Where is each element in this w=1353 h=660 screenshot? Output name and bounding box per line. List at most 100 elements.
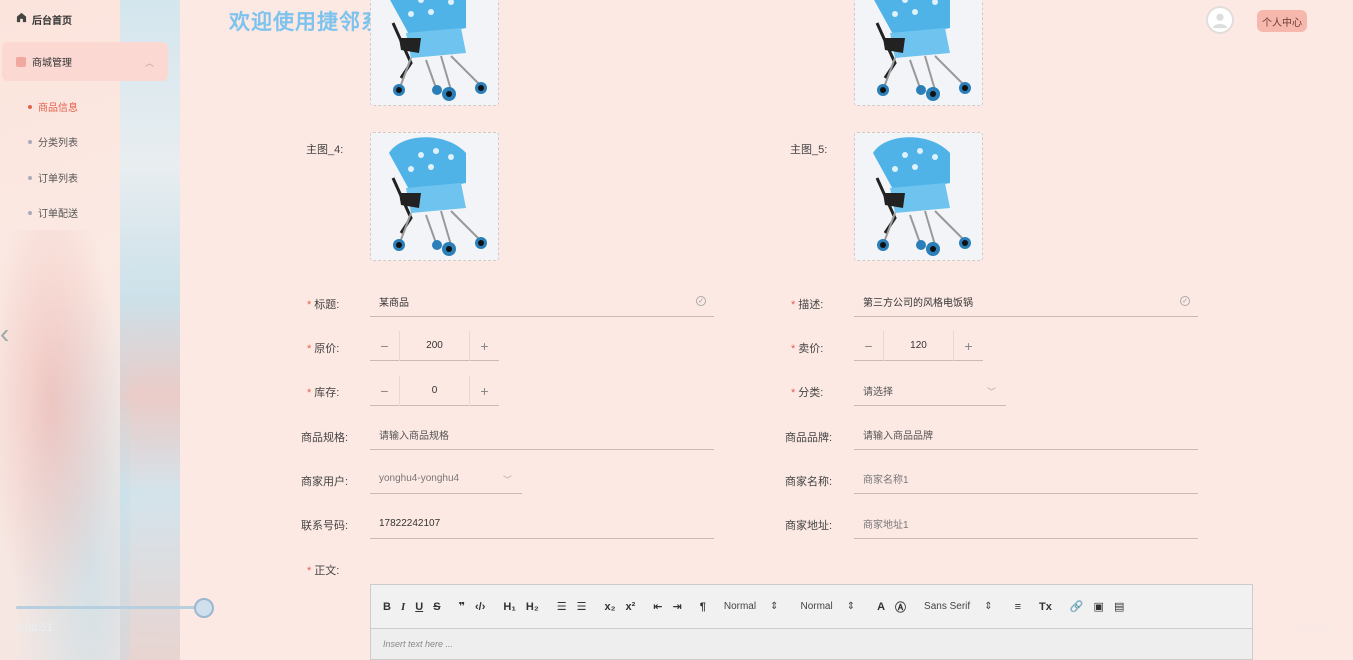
sidebar-item-label: 分类列表: [38, 138, 78, 149]
font-color-icon[interactable]: A: [877, 601, 885, 613]
spec-input[interactable]: 请输入商品规格: [370, 420, 714, 450]
sale-price-stepper[interactable]: − 120 +: [854, 330, 983, 361]
stock-stepper[interactable]: − 0 +: [370, 375, 499, 406]
heading-1-icon[interactable]: H₁: [503, 601, 516, 613]
minus-icon[interactable]: −: [854, 331, 883, 361]
plus-icon[interactable]: +: [954, 331, 983, 361]
minus-icon[interactable]: −: [370, 376, 399, 406]
description-label: * 描述:: [791, 299, 824, 311]
bullet-icon: [28, 175, 32, 180]
avatar[interactable]: [1206, 6, 1234, 34]
sidebar-decoration-splash: [0, 230, 130, 660]
image-4-preview[interactable]: [370, 132, 499, 261]
sidebar-item-label: 订单配送: [38, 209, 78, 220]
sidebar-group-shop[interactable]: 商城管理 ︿: [2, 42, 168, 81]
align-icon[interactable]: ≡: [1015, 601, 1021, 613]
sidebar: 后台首页 商城管理 ︿ 商品信息 分类列表 订单列表 订单配送 ‹: [0, 0, 180, 660]
image-icon[interactable]: ▣: [1094, 600, 1104, 613]
merchant-user-label: 商家用户:: [301, 476, 349, 488]
sidebar-item-products[interactable]: 商品信息: [28, 99, 78, 114]
sidebar-item-delivery[interactable]: 订单配送: [28, 205, 78, 220]
bullet-icon: [28, 139, 32, 144]
heading-2-icon[interactable]: H₂: [526, 601, 539, 613]
title-label: * 标题:: [307, 299, 340, 311]
category-label: * 分类:: [791, 387, 824, 399]
sidebar-item-orders[interactable]: 订单列表: [28, 170, 78, 185]
chevron-down-icon: ﹀: [502, 475, 512, 485]
stroller-image: [371, 133, 498, 260]
plus-icon[interactable]: +: [470, 331, 499, 361]
profile-button[interactable]: 个人中心: [1257, 10, 1307, 32]
text-direction-icon[interactable]: ¶: [700, 601, 706, 613]
header-select[interactable]: Normal ⇕: [724, 601, 779, 612]
image-5-label: 主图_5:: [790, 144, 828, 156]
category-select[interactable]: 请选择 ﹀: [854, 376, 1006, 406]
rich-text-editor[interactable]: B I U S ❞ ‹/› H₁ H₂ ☰ ☰ x₂ x² ⇤ ⇥ ¶ Norm…: [370, 584, 1253, 660]
stock-value[interactable]: 0: [399, 375, 470, 406]
original-price-value[interactable]: 200: [399, 330, 470, 361]
sidebar-item-categories[interactable]: 分类列表: [28, 134, 78, 149]
description-input[interactable]: 第三方公司的风格电饭锅 ✓: [854, 287, 1198, 317]
sale-price-value[interactable]: 120: [883, 330, 954, 361]
video-icon[interactable]: ▤: [1114, 600, 1124, 613]
font-select[interactable]: Sans Serif ⇕: [924, 601, 993, 612]
original-price-stepper[interactable]: − 200 +: [370, 330, 499, 361]
strikethrough-icon[interactable]: S: [433, 601, 440, 613]
image-3b-preview[interactable]: [854, 0, 983, 106]
check-circle-icon: ✓: [1180, 296, 1190, 306]
plus-icon[interactable]: +: [470, 376, 499, 406]
bullet-list-icon[interactable]: ☰: [577, 600, 587, 613]
chevron-up-icon: ︿: [144, 58, 154, 68]
phone-input[interactable]: 17822242107: [370, 509, 714, 539]
brand-input[interactable]: 请输入商品品牌: [854, 420, 1198, 450]
updown-icon: ⇕: [984, 601, 993, 612]
subscript-icon[interactable]: x₂: [604, 601, 615, 613]
underline-icon[interactable]: U: [415, 601, 423, 613]
image-5-preview[interactable]: [854, 132, 983, 261]
superscript-icon[interactable]: x²: [626, 601, 636, 613]
stock-label: * 库存:: [307, 387, 340, 399]
italic-icon[interactable]: I: [401, 601, 405, 613]
home-icon: [16, 12, 27, 26]
user-icon: [1212, 13, 1228, 29]
image-3-preview[interactable]: [370, 0, 499, 106]
size-select[interactable]: Normal ⇕: [800, 601, 855, 612]
chevron-down-icon: ﹀: [986, 387, 996, 397]
body-label: * 正文:: [307, 565, 340, 577]
merchant-user-select[interactable]: yonghu4-yonghu4 ﹀: [370, 464, 522, 494]
indent-icon[interactable]: ⇥: [673, 600, 682, 613]
minus-icon[interactable]: −: [370, 331, 399, 361]
editor-toolbar: B I U S ❞ ‹/› H₁ H₂ ☰ ☰ x₂ x² ⇤ ⇥ ¶ Norm…: [371, 585, 1252, 629]
background-color-icon[interactable]: Ⓐ: [895, 599, 906, 615]
blockquote-icon[interactable]: ❞: [459, 600, 465, 613]
bullet-icon: [28, 104, 32, 109]
sidebar-item-label: 订单列表: [38, 174, 78, 185]
updown-icon: ⇕: [770, 601, 779, 612]
sidebar-item-label: 后台首页: [32, 15, 72, 27]
stroller-image: [855, 133, 982, 260]
stroller-image: [855, 0, 982, 105]
merchant-name-input[interactable]: 商家名称1: [854, 464, 1198, 494]
sidebar-item-home[interactable]: 后台首页: [16, 12, 72, 27]
outdent-icon[interactable]: ⇤: [653, 600, 662, 613]
spec-label: 商品规格:: [301, 432, 349, 444]
title-input[interactable]: 某商品 ✓: [370, 287, 714, 317]
clear-format-icon[interactable]: Tx: [1039, 601, 1052, 613]
chevron-left-icon[interactable]: ‹: [0, 318, 9, 350]
bold-icon[interactable]: B: [383, 601, 391, 613]
link-icon[interactable]: 🔗: [1070, 600, 1084, 613]
address-input[interactable]: 商家地址1: [854, 509, 1198, 539]
editor-content[interactable]: Insert text here ...: [371, 629, 1252, 649]
sidebar-group-label: 商城管理: [32, 58, 72, 69]
bullet-icon: [28, 210, 32, 215]
original-price-label: * 原价:: [307, 343, 340, 355]
brand-label: 商品品牌:: [785, 432, 833, 444]
video-progress-track[interactable]: [16, 606, 204, 609]
ordered-list-icon[interactable]: ☰: [557, 600, 567, 613]
phone-label: 联系号码:: [301, 520, 349, 532]
code-icon[interactable]: ‹/›: [475, 601, 485, 613]
merchant-name-label: 商家名称:: [785, 476, 833, 488]
image-4-label: 主图_4:: [306, 144, 344, 156]
sidebar-item-label: 商品信息: [38, 103, 78, 114]
video-progress-handle[interactable]: [194, 598, 214, 618]
